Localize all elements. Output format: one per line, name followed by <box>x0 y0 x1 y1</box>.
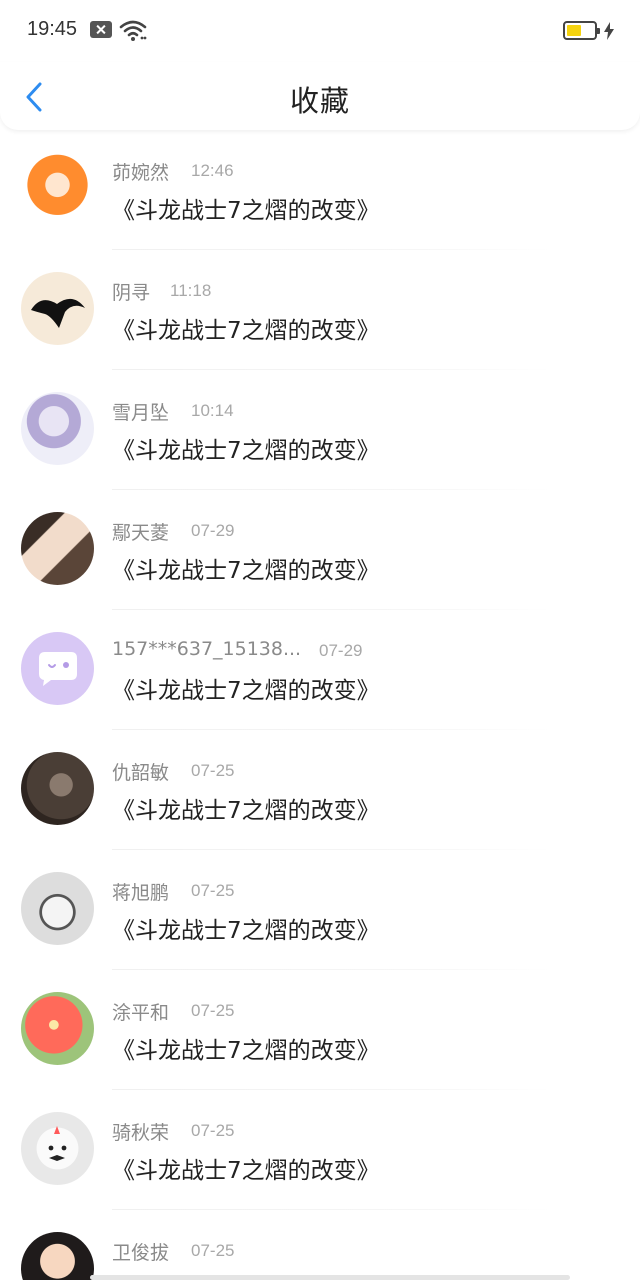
notification-close-icon <box>90 21 112 38</box>
user-name: 157***637_15138... <box>112 638 302 660</box>
timestamp: 07-25 <box>191 1121 235 1140</box>
item-title: 《斗龙战士7之熠的改变》 <box>112 198 380 224</box>
avatar <box>21 632 94 705</box>
battery-icon <box>563 21 600 40</box>
status-time: 19:45 <box>27 18 78 40</box>
timestamp: 07-25 <box>191 1001 235 1020</box>
header-bar: 收藏 <box>0 62 640 130</box>
timestamp: 10:14 <box>191 401 234 420</box>
user-name: 仇韶敏 <box>112 762 170 784</box>
item-title: 《斗龙战士7之熠的改变》 <box>112 558 380 584</box>
user-name: 雪月坠 <box>112 402 170 424</box>
avatar <box>21 392 94 465</box>
avatar <box>21 1112 94 1185</box>
user-name: 骑秋荣 <box>112 1122 170 1144</box>
avatar <box>21 512 94 585</box>
item-title: 《斗龙战士7之熠的改变》 <box>112 438 380 464</box>
favorite-item[interactable]: 骑秋荣 07-25 《斗龙战士7之熠的改变》 <box>0 1090 640 1210</box>
wifi-icon <box>119 20 147 41</box>
avatar <box>21 1232 94 1280</box>
timestamp: 07-25 <box>191 881 235 900</box>
status-bar: 19:45 <box>0 0 640 62</box>
page-title: 收藏 <box>289 84 350 118</box>
timestamp: 07-25 <box>191 761 235 780</box>
favorite-item[interactable]: 鄢天菱 07-29 《斗龙战士7之熠的改变》 <box>0 490 640 610</box>
chat-bubble-icon <box>39 652 77 686</box>
favorite-item[interactable]: 涂平和 07-25 《斗龙战士7之熠的改变》 <box>0 970 640 1090</box>
favorite-item[interactable]: 仇韶敏 07-25 《斗龙战士7之熠的改变》 <box>0 730 640 850</box>
user-name: 鄢天菱 <box>112 522 170 544</box>
avatar <box>21 752 94 825</box>
user-name: 蒋旭鹏 <box>112 882 170 904</box>
item-title: 《斗龙战士7之熠的改变》 <box>112 1158 380 1184</box>
timestamp: 07-29 <box>191 521 235 540</box>
user-name: 涂平和 <box>112 1002 170 1024</box>
timestamp: 07-29 <box>319 641 363 660</box>
avatar <box>21 872 94 945</box>
avatar <box>21 992 94 1065</box>
item-title: 《斗龙战士7之熠的改变》 <box>112 798 380 824</box>
favorite-item[interactable]: 157***637_15138... 07-29 《斗龙战士7之熠的改变》 <box>0 610 640 730</box>
timestamp: 12:46 <box>191 161 234 180</box>
battery-level <box>567 25 581 36</box>
charging-icon <box>604 22 614 40</box>
favorite-item[interactable]: 蒋旭鹏 07-25 《斗龙战士7之熠的改变》 <box>0 850 640 970</box>
item-title: 《斗龙战士7之熠的改变》 <box>112 318 380 344</box>
favorite-item[interactable]: 雪月坠 10:14 《斗龙战士7之熠的改变》 <box>0 370 640 490</box>
favorite-item[interactable]: 阴寻 11:18 《斗龙战士7之熠的改变》 <box>0 250 640 370</box>
favorite-item[interactable]: 卫俊拔 07-25 《斗龙战士7之熠的改变》 <box>0 1210 640 1280</box>
user-name: 茆婉然 <box>112 162 170 184</box>
user-name: 卫俊拔 <box>112 1242 170 1264</box>
user-name: 阴寻 <box>112 282 151 304</box>
item-title: 《斗龙战士7之熠的改变》 <box>112 1038 380 1064</box>
item-title: 《斗龙战士7之熠的改变》 <box>112 918 380 944</box>
timestamp: 07-25 <box>191 1241 235 1260</box>
item-title: 《斗龙战士7之熠的改变》 <box>112 678 380 704</box>
scroll-indicator <box>90 1275 570 1280</box>
avatar <box>21 152 94 225</box>
avatar <box>21 272 94 345</box>
timestamp: 11:18 <box>170 281 212 300</box>
favorites-list: 茆婉然 12:46 《斗龙战士7之熠的改变》 阴寻 11:18 《斗龙战士7之熠… <box>0 130 640 1280</box>
favorite-item[interactable]: 茆婉然 12:46 《斗龙战士7之熠的改变》 <box>0 130 640 250</box>
